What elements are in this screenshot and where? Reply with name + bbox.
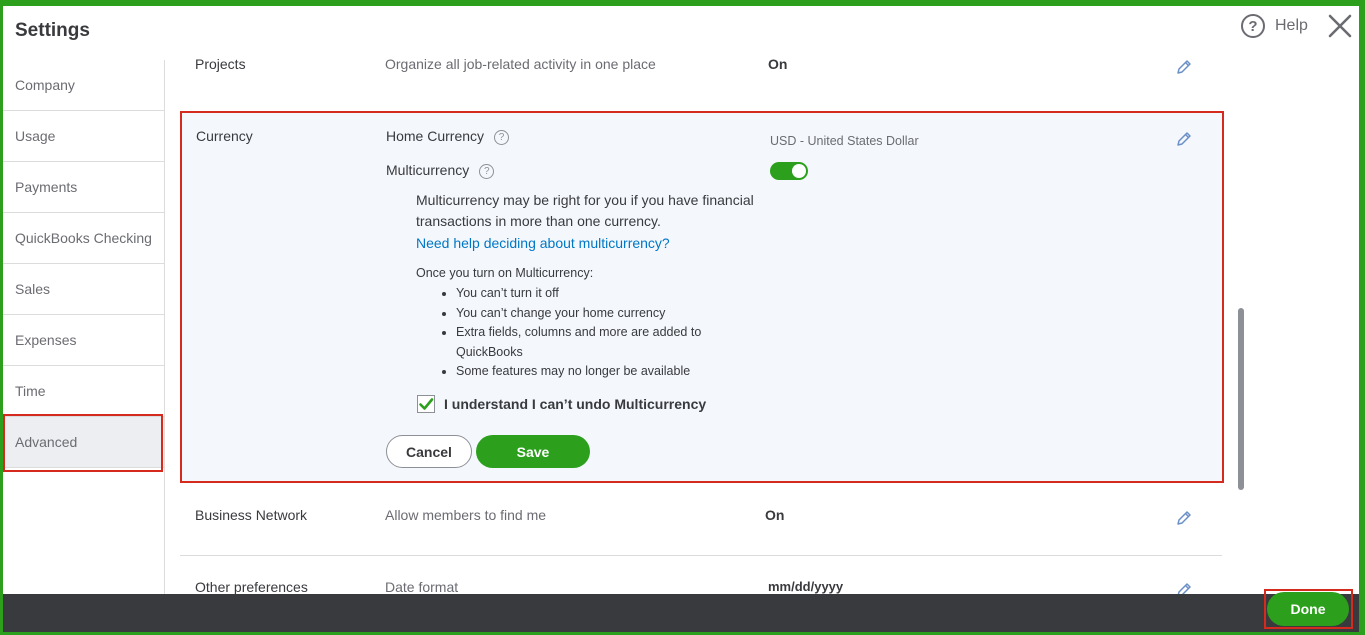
row-divider (180, 555, 1222, 556)
list-item: QuickBooks (456, 344, 523, 359)
sidebar-item-time[interactable]: Time (3, 366, 164, 417)
advanced-settings-content: Projects Organize all job-related activi… (165, 54, 1255, 594)
business-network-description: Allow members to find me (385, 507, 547, 523)
business-network-label: Business Network (195, 507, 308, 523)
projects-description: Organize all job-related activity in one… (385, 56, 656, 72)
help-question-icon[interactable]: ? (494, 129, 510, 145)
list-item: Some features may no longer be available (456, 362, 701, 382)
list-item: You can’t change your home currency (456, 304, 701, 324)
help-question-icon[interactable]: ? (479, 163, 495, 179)
save-button[interactable]: Save (476, 435, 590, 468)
list-item: You can’t turn it off (456, 284, 701, 304)
once-title: Once you turn on Multicurrency: (416, 266, 594, 280)
settings-dialog: Settings ? Help Company Usage Payments Q… (3, 6, 1359, 632)
sidebar-item-label: Advanced (15, 434, 78, 450)
list-item: Extra fields, columns and more are added… (456, 323, 701, 343)
sidebar-item-label: Company (15, 77, 75, 93)
footer-bar (3, 594, 1359, 632)
edit-pencil-icon[interactable] (1175, 509, 1193, 527)
settings-sidebar: Company Usage Payments QuickBooks Checki… (3, 60, 165, 594)
sidebar-item-expenses[interactable]: Expenses (3, 315, 164, 366)
edit-pencil-icon[interactable] (1175, 58, 1193, 76)
sidebar-item-label: Time (15, 383, 46, 399)
toggle-knob (792, 164, 806, 178)
page-title: Settings (15, 20, 90, 41)
sidebar-item-advanced[interactable]: Advanced (3, 417, 164, 468)
consequences-list: You can’t turn it off You can’t change y… (438, 284, 701, 382)
sidebar-item-label: QuickBooks Checking (15, 230, 152, 246)
help-button[interactable]: ? Help (1241, 14, 1308, 38)
multicurrency-toggle[interactable] (770, 162, 808, 180)
sidebar-item-label: Usage (15, 128, 56, 144)
projects-value: On (768, 56, 788, 72)
sidebar-item-usage[interactable]: Usage (3, 111, 164, 162)
done-button[interactable]: Done (1267, 592, 1349, 626)
multicurrency-label: Multicurrency (386, 162, 470, 178)
help-icon: ? (1241, 14, 1265, 38)
sidebar-item-payments[interactable]: Payments (3, 162, 164, 213)
other-preferences-label: Other preferences (195, 579, 308, 594)
home-currency-label: Home Currency (386, 128, 485, 144)
multicurrency-info-line2: transactions in more than one currency. (416, 213, 661, 229)
help-label: Help (1275, 17, 1308, 34)
cancel-button[interactable]: Cancel (386, 435, 472, 468)
date-format-label: Date format (385, 579, 459, 594)
currency-label: Currency (196, 128, 253, 144)
sidebar-item-quickbooks-checking[interactable]: QuickBooks Checking (3, 213, 164, 264)
edit-pencil-icon[interactable] (1175, 130, 1193, 148)
edit-pencil-icon[interactable] (1175, 581, 1193, 594)
checkmark-icon (419, 398, 434, 410)
sidebar-item-sales[interactable]: Sales (3, 264, 164, 315)
projects-label: Projects (195, 56, 246, 72)
multicurrency-help-link[interactable]: Need help deciding about multicurrency? (416, 235, 670, 251)
date-format-value: mm/dd/yyyy (768, 579, 844, 594)
sidebar-item-label: Sales (15, 281, 51, 297)
business-network-value: On (765, 507, 785, 523)
home-currency-row: Home Currency? (386, 128, 510, 145)
home-currency-value: USD - United States Dollar (770, 134, 919, 148)
confirm-checkbox[interactable] (417, 395, 435, 413)
sidebar-item-label: Expenses (15, 332, 77, 348)
multicurrency-info-line1: Multicurrency may be right for you if yo… (416, 192, 754, 208)
sidebar-item-company[interactable]: Company (3, 60, 164, 111)
currency-section: Currency Home Currency? USD - United Sta… (180, 111, 1224, 483)
vertical-scrollbar[interactable] (1238, 308, 1244, 490)
close-icon[interactable] (1326, 12, 1354, 40)
multicurrency-row: Multicurrency? (386, 162, 495, 179)
sidebar-item-label: Payments (15, 179, 78, 195)
confirm-label: I understand I can’t undo Multicurrency (444, 396, 707, 412)
